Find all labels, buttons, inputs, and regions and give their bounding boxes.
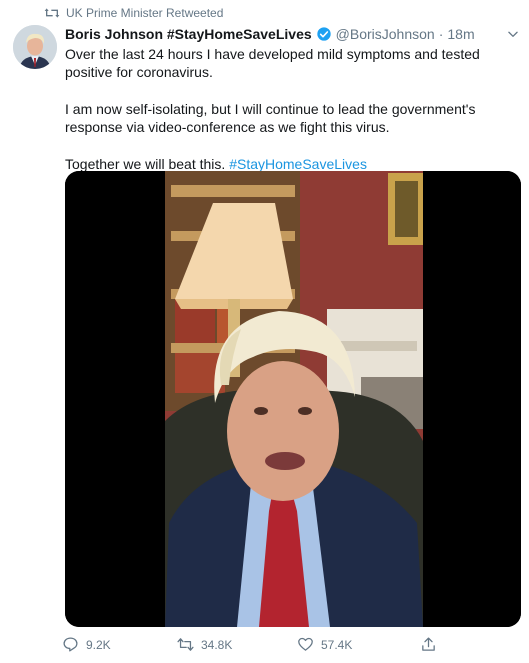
reply-button[interactable]: 9.2K bbox=[62, 636, 177, 653]
tweet-paragraph-2: I am now self-isolating, but I will cont… bbox=[65, 101, 476, 135]
tweet-text: Over the last 24 hours I have developed … bbox=[65, 45, 517, 192]
hashtag-link[interactable]: #StayHomeSaveLives bbox=[229, 156, 367, 172]
chevron-down-icon[interactable] bbox=[506, 27, 520, 41]
author-display-name[interactable]: Boris Johnson #StayHomeSaveLives bbox=[65, 26, 312, 42]
tweet[interactable]: UK Prime Minister Retweeted Boris Johnso… bbox=[0, 0, 529, 663]
author-handle[interactable]: @BorisJohnson bbox=[336, 26, 435, 42]
retweet-count: 34.8K bbox=[201, 637, 233, 652]
tweet-paragraph-1: Over the last 24 hours I have developed … bbox=[65, 46, 480, 80]
verified-badge-icon bbox=[316, 27, 331, 41]
tweet-video[interactable] bbox=[65, 171, 521, 627]
retweet-context-label: UK Prime Minister Retweeted bbox=[66, 6, 224, 20]
like-button[interactable]: 57.4K bbox=[297, 636, 420, 653]
heart-icon bbox=[298, 637, 313, 651]
like-count: 57.4K bbox=[321, 637, 353, 652]
avatar-image bbox=[13, 25, 57, 69]
tweet-paragraph-3-text: Together we will beat this. bbox=[65, 156, 226, 172]
tweet-timestamp[interactable]: 18m bbox=[447, 26, 474, 42]
retweet-icon bbox=[177, 638, 194, 651]
retweet-button[interactable]: 34.8K bbox=[177, 636, 297, 653]
reply-count: 9.2K bbox=[86, 637, 111, 652]
retweet-icon bbox=[44, 8, 60, 18]
separator-dot: · bbox=[438, 26, 444, 42]
avatar[interactable] bbox=[13, 25, 57, 69]
video-frame bbox=[65, 171, 521, 627]
tweet-actions: 9.2K 34.8K 57.4K bbox=[62, 636, 482, 653]
face bbox=[227, 361, 339, 501]
tweet-header: Boris Johnson #StayHomeSaveLives @BorisJ… bbox=[65, 26, 475, 42]
share-icon bbox=[422, 637, 435, 651]
retweet-context: UK Prime Minister Retweeted bbox=[44, 6, 223, 20]
share-button[interactable] bbox=[420, 636, 444, 653]
reply-icon bbox=[63, 637, 78, 652]
